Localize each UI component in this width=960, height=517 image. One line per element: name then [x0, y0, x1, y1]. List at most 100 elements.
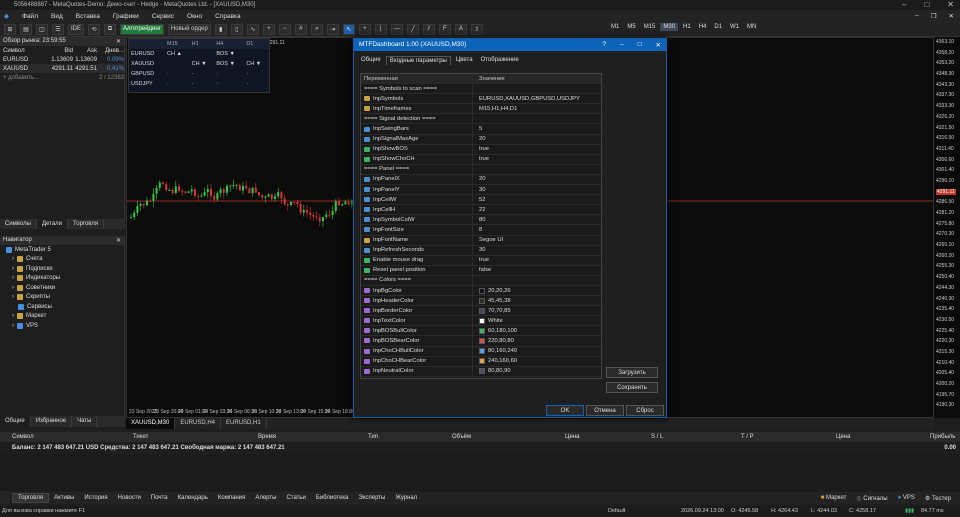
profiles-icon[interactable]: ▤ [20, 23, 32, 35]
input-row[interactable]: InpNeutralColor 80,80,90 [361, 366, 601, 377]
navigator-item-scripts[interactable]: › Скрипты [0, 293, 124, 303]
input-row[interactable]: InpSignalMaxAge 20 [361, 134, 601, 145]
chart-bars-icon[interactable]: ▮ [214, 23, 227, 35]
input-value-cell[interactable]: 52 [473, 197, 485, 203]
navigator-item-experts[interactable]: › Советники [0, 283, 124, 293]
trade-column-header[interactable]: Тип [368, 434, 378, 440]
input-value-cell[interactable]: 220,80,80 [473, 337, 514, 344]
trade-column-header[interactable]: Тикет [133, 434, 148, 440]
col-value[interactable]: Значение [473, 76, 505, 82]
chart-line-icon[interactable]: ∿ [246, 23, 259, 35]
tab-company[interactable]: Компания [213, 494, 250, 502]
tf-d1[interactable]: D1 [711, 23, 725, 31]
input-row[interactable]: ==== Colors ==== [361, 275, 601, 286]
tab-news[interactable]: Новости [113, 494, 146, 502]
add-symbol-link[interactable]: + добавить... [3, 75, 73, 81]
help-icon[interactable]: ? [602, 41, 606, 49]
input-value-cell[interactable]: false [473, 267, 491, 273]
tab-calendar[interactable]: Календарь [173, 494, 213, 502]
input-row[interactable]: InpHeaderColor 45,45,38 [361, 296, 601, 307]
input-value-cell[interactable]: 80 [473, 217, 485, 223]
input-value-cell[interactable]: 30 [473, 187, 485, 193]
menu-charts[interactable]: Графики [113, 13, 139, 20]
navigator-item-indicators[interactable]: › Индикаторы [0, 274, 124, 284]
chart-tab-xauusd-m30[interactable]: XAUUSD,M30 [126, 418, 176, 429]
input-value-cell[interactable]: true [473, 257, 489, 263]
color-swatch[interactable] [479, 368, 485, 375]
input-row[interactable]: InpPanelX 20 [361, 174, 601, 186]
vps-link[interactable]: ● VPS [898, 495, 915, 502]
tab-mailbox[interactable]: Почта [146, 494, 173, 502]
chevron-right-icon[interactable]: › [12, 323, 14, 329]
navigator-root[interactable]: MetaTrader 5 [0, 245, 124, 255]
input-row[interactable]: ==== Symbols to scan ==== [361, 84, 601, 95]
input-value-cell[interactable]: White [473, 317, 503, 324]
color-swatch[interactable] [479, 337, 485, 344]
tab-trading[interactable]: Торговля [68, 219, 105, 229]
fibo-icon[interactable]: F [438, 23, 451, 35]
trade-column-header[interactable]: T / P [741, 434, 754, 440]
tester-link[interactable]: ⚙ Тестер [925, 495, 951, 502]
chevron-right-icon[interactable]: › [12, 313, 14, 319]
trendline-icon[interactable]: ╱ [406, 23, 419, 35]
add-symbol-row[interactable]: + добавить... 2 / 12383 [0, 73, 124, 82]
tab-symbols[interactable]: Символы [0, 219, 37, 229]
save-button[interactable]: Сохранить [606, 382, 658, 393]
zoom-out-icon[interactable]: − [278, 23, 291, 35]
col-daily[interactable]: Днев... [97, 48, 124, 54]
autoscroll-icon[interactable]: » [310, 23, 323, 35]
table-row[interactable]: XAUUSD 4291.11 4291.51 0.41% [0, 64, 124, 73]
input-row[interactable]: InpFontSize 8 [361, 225, 601, 236]
new-order-button[interactable]: Новый ордер [167, 23, 211, 35]
input-row[interactable]: InpBgColor 20,20,26 [361, 285, 601, 297]
algo-trading-button[interactable]: Алготрейдинг [120, 23, 164, 35]
input-row[interactable]: Enable mouse drag true [361, 255, 601, 266]
menu-view[interactable]: Вид [51, 13, 63, 20]
trade-column-header[interactable]: Цена [836, 434, 850, 440]
input-row[interactable]: InpSwingBars 5 [361, 124, 601, 135]
zoom-in-icon[interactable]: + [262, 23, 275, 35]
input-value-cell[interactable]: 5 [473, 126, 482, 132]
dialog-title-bar[interactable]: MTFDashboard 1.00 (XAUUSD,M30) ? – □ ✕ [354, 39, 666, 51]
grid-icon[interactable]: # [294, 23, 307, 35]
input-value-cell[interactable]: 20 [473, 136, 485, 142]
chevron-right-icon[interactable]: › [12, 294, 14, 300]
reset-button[interactable]: Сброс [626, 405, 664, 416]
tab-inputs[interactable]: Входные параметры [385, 56, 451, 65]
tf-m15[interactable]: M15 [641, 23, 659, 31]
menu-restore-icon[interactable]: ❐ [931, 12, 937, 20]
tf-m30[interactable]: M30 [660, 23, 679, 31]
input-value-cell[interactable]: 70,70,85 [473, 307, 511, 314]
input-row[interactable]: InpSymbolColW 80 [361, 215, 601, 226]
input-value-cell[interactable]: true [473, 146, 489, 152]
color-swatch[interactable] [479, 327, 485, 334]
text-icon[interactable]: A [454, 23, 467, 35]
menu-help[interactable]: Справка [215, 13, 241, 20]
tf-mn[interactable]: MN [744, 23, 759, 31]
input-row[interactable]: InpTextColor White [361, 316, 601, 327]
tab-alerts[interactable]: Алерты [250, 494, 281, 502]
tf-h1[interactable]: H1 [680, 23, 694, 31]
new-chart-icon[interactable]: ⊞ [4, 23, 16, 35]
close-icon[interactable]: ✕ [116, 237, 121, 244]
windows-icon[interactable]: ⧉ [104, 23, 117, 35]
input-value-cell[interactable]: 22 [473, 207, 485, 213]
input-value-cell[interactable]: 60,180,100 [473, 327, 517, 334]
col-ask[interactable]: Ask [73, 48, 97, 54]
navigator-item-accounts[interactable]: › Счета [0, 255, 124, 265]
tab-chats[interactable]: Чаты [72, 416, 98, 427]
tab-library[interactable]: Библиотека [311, 494, 354, 502]
input-row[interactable]: InpCellW 52 [361, 195, 601, 206]
tab-details[interactable]: Детали [36, 219, 69, 229]
input-value-cell[interactable]: 30 [473, 247, 485, 253]
cursor-icon[interactable]: ↖ [342, 23, 355, 35]
chevron-right-icon[interactable]: › [12, 266, 14, 272]
col-bid[interactable]: Bid [49, 48, 73, 54]
chevron-right-icon[interactable]: › [12, 275, 14, 281]
input-value-cell[interactable]: 80,80,90 [473, 368, 511, 375]
col-symbol[interactable]: Символ [3, 48, 49, 54]
signals-link[interactable]: ◎ Сигналы [856, 495, 887, 502]
input-value-cell[interactable]: M15,H1,H4,D1 [473, 106, 517, 112]
input-row[interactable]: InpFontName Segoe UI [361, 235, 601, 246]
minimize-icon[interactable]: – [902, 0, 906, 9]
